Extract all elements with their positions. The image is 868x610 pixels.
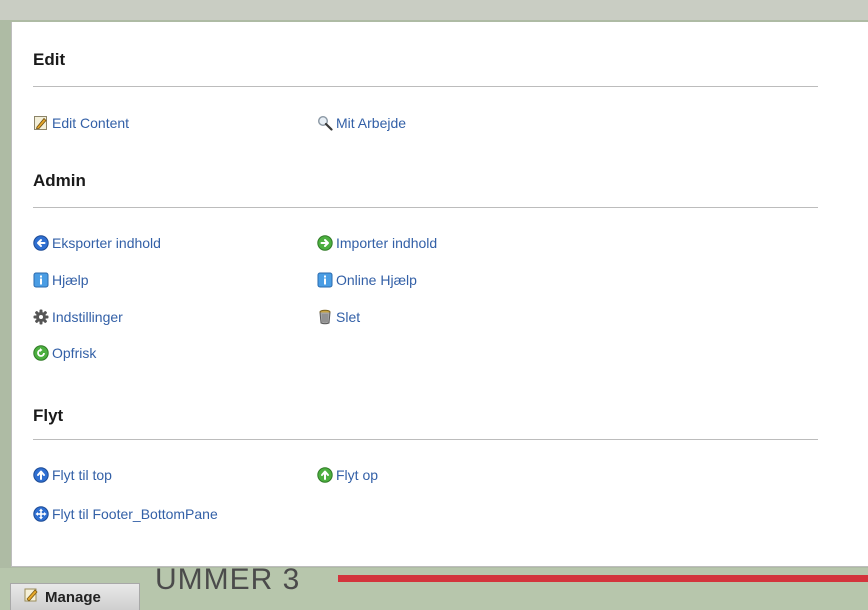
- menu-item-label: Hjælp: [52, 272, 89, 288]
- online-help-icon: [317, 272, 333, 288]
- menu-item-hjaelp[interactable]: Hjælp: [33, 272, 89, 288]
- menu-item-label: Mit Arbejde: [336, 115, 407, 131]
- refresh-icon: [33, 345, 49, 361]
- magnifier-icon: [317, 115, 333, 131]
- menu-item-label: Flyt op: [336, 467, 379, 483]
- import-arrow-icon: [317, 235, 333, 251]
- menu-item-online-hjaelp[interactable]: Online Hjælp: [317, 272, 417, 288]
- menu-item-label: Opfrisk: [52, 345, 97, 361]
- manage-tab-label: Manage: [45, 588, 101, 606]
- menu-item-label: Edit Content: [52, 115, 130, 131]
- trash-icon: [317, 309, 333, 325]
- menu-item-mit-arbejde[interactable]: Mit Arbejde: [317, 115, 406, 131]
- menu-item-importer-indhold[interactable]: Importer indhold: [317, 235, 437, 251]
- menu-item-indstillinger[interactable]: Indstillinger: [33, 309, 123, 325]
- menu-item-label: Indstillinger: [52, 309, 123, 325]
- section-divider: [33, 207, 818, 208]
- export-arrow-icon: [33, 235, 49, 251]
- arrow-up-green-icon: [317, 467, 333, 483]
- menu-item-label: Online Hjælp: [336, 272, 417, 288]
- section-title-edit: Edit: [33, 50, 66, 69]
- page-heading-fragment: UMMER 3: [155, 563, 301, 596]
- arrow-up-icon: [33, 467, 49, 483]
- menu-item-opfrisk[interactable]: Opfrisk: [33, 345, 96, 361]
- menu-item-flyt-op[interactable]: Flyt op: [317, 467, 378, 483]
- move-icon: [33, 506, 49, 522]
- section-title-admin: Admin: [33, 171, 86, 190]
- menu-item-label: Eksporter indhold: [52, 235, 161, 251]
- menu-item-flyt-til-top[interactable]: Flyt til top: [33, 467, 112, 483]
- section-title-flyt: Flyt: [33, 406, 64, 425]
- section-divider: [33, 86, 818, 87]
- menu-item-label: Flyt til Footer_BottomPane: [52, 506, 218, 522]
- manage-actions-panel: Edit Edit Content Mit Arbejde Admin Eksp…: [11, 22, 868, 567]
- edit-document-icon: [33, 115, 49, 131]
- pencil-icon: [23, 587, 39, 607]
- menu-item-label: Slet: [336, 309, 361, 325]
- manage-tab-button[interactable]: Manage: [10, 583, 140, 610]
- menu-item-flyt-til-footer[interactable]: Flyt til Footer_BottomPane: [33, 506, 218, 522]
- gear-icon: [33, 309, 49, 325]
- section-divider: [33, 439, 818, 440]
- page-accent-bar: [338, 575, 868, 582]
- menu-item-edit-content[interactable]: Edit Content: [33, 115, 129, 131]
- menu-item-label: Flyt til top: [52, 467, 112, 483]
- menu-item-eksporter-indhold[interactable]: Eksporter indhold: [33, 235, 161, 251]
- menu-item-label: Importer indhold: [336, 235, 438, 251]
- menu-item-slet[interactable]: Slet: [317, 309, 360, 325]
- page-backdrop-top: [0, 0, 868, 20]
- help-icon: [33, 272, 49, 288]
